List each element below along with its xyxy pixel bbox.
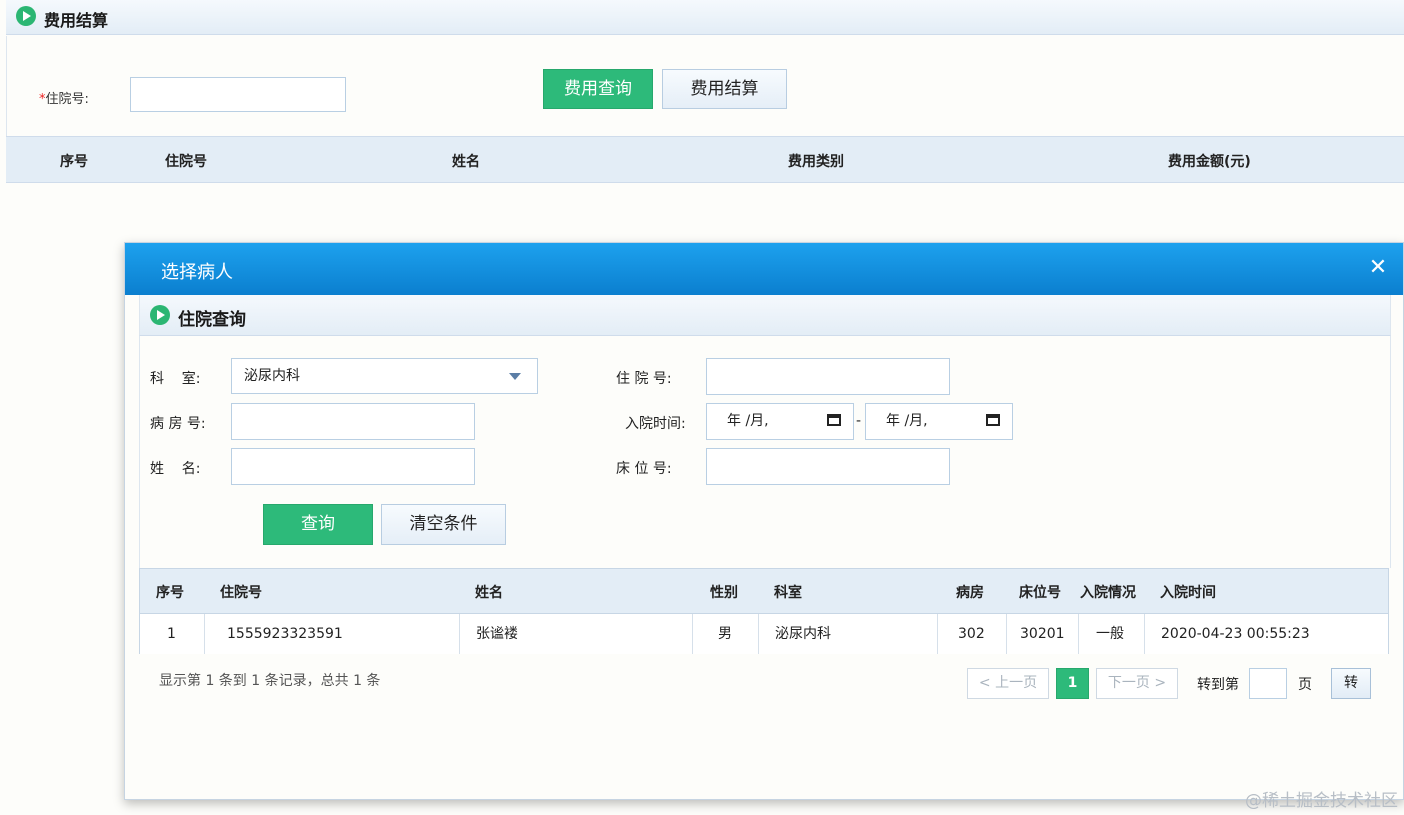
record-summary: 显示第 1 条到 1 条记录，总共 1 条 bbox=[159, 673, 381, 689]
col-admit-time: 入院时间 bbox=[1160, 585, 1216, 601]
inpatient-no-input[interactable] bbox=[706, 358, 950, 395]
col-name: 姓名 bbox=[452, 154, 480, 170]
cell-name: 张谧褛 bbox=[476, 626, 518, 642]
col-dept: 科室 bbox=[774, 585, 802, 601]
col-gender: 性别 bbox=[710, 585, 738, 601]
goto-page-button[interactable]: 转 bbox=[1331, 668, 1371, 699]
admit-date-from-value: 年 /月, bbox=[727, 413, 769, 429]
section-header: 住院查询 bbox=[139, 295, 1391, 336]
prev-page-button[interactable]: < 上一页 bbox=[967, 668, 1049, 699]
play-circle-icon bbox=[150, 305, 170, 325]
cell-divider bbox=[1144, 614, 1145, 654]
cell-divider bbox=[1006, 614, 1007, 654]
col-name: 姓名 bbox=[475, 585, 503, 601]
goto-page-input[interactable] bbox=[1249, 668, 1287, 699]
col-inpatient-no: 住院号 bbox=[165, 154, 207, 170]
page-header: 费用结算 bbox=[6, 0, 1404, 35]
fee-query-button[interactable]: 费用查询 bbox=[543, 69, 653, 109]
ward-no-input[interactable] bbox=[231, 403, 475, 440]
admit-date-to-value: 年 /月, bbox=[886, 413, 928, 429]
cell-inpatient-no: 1555923323591 bbox=[227, 626, 343, 642]
cell-bed-no: 30201 bbox=[1020, 626, 1065, 642]
col-index: 序号 bbox=[60, 154, 88, 170]
cell-divider bbox=[692, 614, 693, 654]
cell-divider bbox=[459, 614, 460, 654]
col-admit-status: 入院情况 bbox=[1080, 585, 1136, 601]
play-circle-icon bbox=[16, 6, 36, 26]
inpatient-no-label: 住 院 号: bbox=[616, 371, 672, 387]
col-ward: 病房 bbox=[956, 585, 984, 601]
col-inpatient-no: 住院号 bbox=[220, 585, 262, 601]
cell-index: 1 bbox=[167, 626, 176, 642]
cell-divider bbox=[1078, 614, 1079, 654]
col-fee-amount: 费用金额(元) bbox=[1168, 154, 1251, 170]
cell-ward: 302 bbox=[958, 626, 985, 642]
date-range-separator: - bbox=[856, 413, 862, 429]
goto-suffix: 页 bbox=[1298, 677, 1312, 693]
admit-date-to-input[interactable]: 年 /月, bbox=[865, 403, 1013, 440]
table-row[interactable]: 1 1555923323591 张谧褛 男 泌尿内科 302 30201 一般 … bbox=[140, 614, 1388, 654]
fee-settle-button[interactable]: 费用结算 bbox=[662, 69, 787, 109]
section-title: 住院查询 bbox=[178, 310, 246, 330]
search-button[interactable]: 查询 bbox=[263, 504, 373, 545]
inpatient-no-input[interactable] bbox=[130, 77, 346, 112]
cell-gender: 男 bbox=[718, 626, 732, 642]
cell-admit-time: 2020-04-23 00:55:23 bbox=[1161, 626, 1310, 642]
dialog-title: 选择病人 bbox=[161, 262, 233, 283]
cell-divider bbox=[758, 614, 759, 654]
patient-table: 序号 住院号 姓名 性别 科室 病房 床位号 入院情况 入院时间 1 15559… bbox=[139, 568, 1389, 654]
cell-divider bbox=[204, 614, 205, 654]
calendar-icon[interactable] bbox=[827, 414, 841, 426]
patient-table-header: 序号 住院号 姓名 性别 科室 病房 床位号 入院情况 入院时间 bbox=[140, 569, 1388, 614]
bed-no-input[interactable] bbox=[706, 448, 950, 485]
close-icon[interactable]: ✕ bbox=[1367, 257, 1389, 279]
dialog-titlebar: 选择病人 ✕ bbox=[125, 243, 1403, 295]
clear-conditions-button[interactable]: 清空条件 bbox=[381, 504, 506, 545]
col-bed-no: 床位号 bbox=[1019, 585, 1061, 601]
dept-label: 科 室: bbox=[150, 371, 201, 387]
admit-date-from-input[interactable]: 年 /月, bbox=[706, 403, 854, 440]
dept-select[interactable]: 泌尿内科 bbox=[231, 358, 538, 394]
cell-divider bbox=[937, 614, 938, 654]
calendar-icon[interactable] bbox=[986, 414, 1000, 426]
col-index: 序号 bbox=[156, 585, 184, 601]
page-1-button[interactable]: 1 bbox=[1056, 668, 1089, 699]
admit-time-label: 入院时间: bbox=[625, 416, 686, 432]
search-form: 科 室: 泌尿内科 病 房 号: 姓 名: 住 院 号: 入院时间: 年 /月,… bbox=[139, 336, 1391, 568]
bed-no-label: 床 位 号: bbox=[616, 461, 672, 477]
watermark: @稀土掘金技术社区 bbox=[1245, 791, 1398, 811]
cell-admit-status: 一般 bbox=[1096, 626, 1124, 642]
col-fee-type: 费用类别 bbox=[788, 154, 844, 170]
page-title: 费用结算 bbox=[44, 11, 109, 30]
chevron-down-icon bbox=[509, 373, 521, 380]
ward-no-label: 病 房 号: bbox=[150, 416, 206, 432]
name-input[interactable] bbox=[231, 448, 475, 485]
name-label: 姓 名: bbox=[150, 461, 201, 477]
select-patient-dialog: 选择病人 ✕ 住院查询 科 室: 泌尿内科 病 房 号: 姓 名: 住 院 号:… bbox=[124, 242, 1404, 800]
next-page-button[interactable]: 下一页 > bbox=[1096, 668, 1178, 699]
fee-table-header: 序号 住院号 姓名 费用类别 费用金额(元) bbox=[6, 136, 1404, 183]
dept-select-value: 泌尿内科 bbox=[244, 368, 300, 384]
inpatient-no-label: *住院号: bbox=[39, 88, 89, 107]
inpatient-no-label-text: 住院号: bbox=[45, 92, 89, 107]
cell-dept: 泌尿内科 bbox=[775, 626, 831, 642]
goto-prefix: 转到第 bbox=[1197, 677, 1239, 693]
